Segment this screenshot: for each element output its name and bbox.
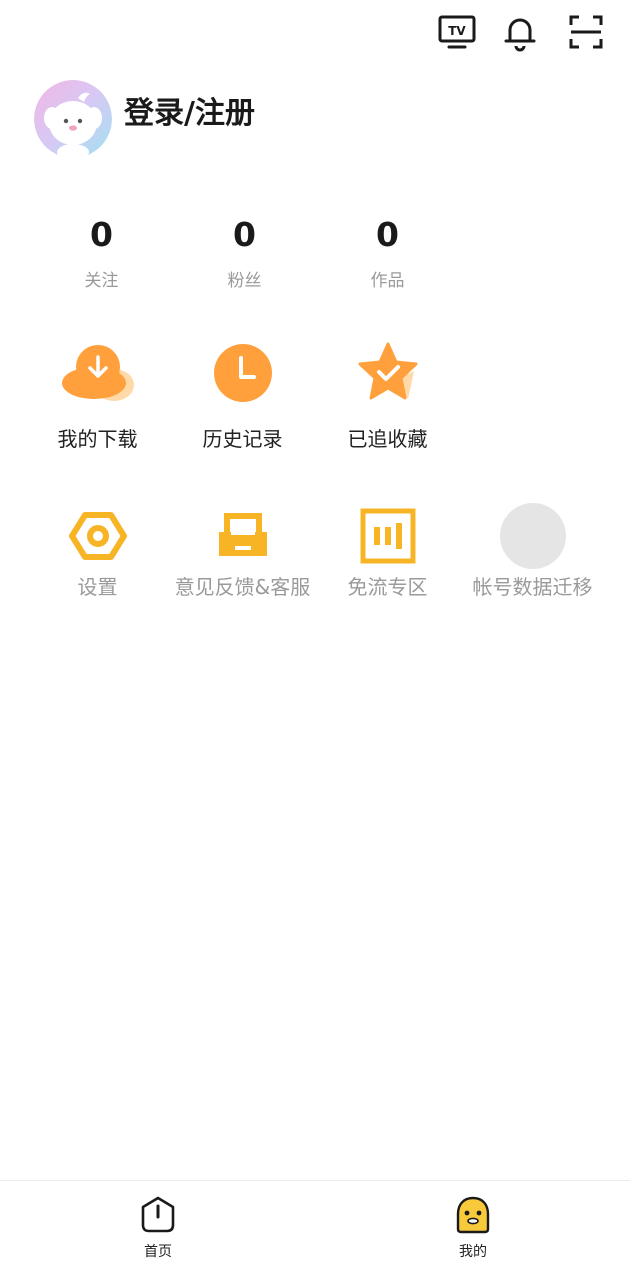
feature-row: 我的下载 历史记录 已追收藏 xyxy=(25,340,460,452)
stat-label: 关注 xyxy=(84,271,119,291)
cloud-download-icon xyxy=(61,345,134,401)
tools-row: 设置 意见反馈&客服 免流专区 帐号数据迁移 xyxy=(25,503,605,600)
tv-icon-text: TV xyxy=(448,24,466,38)
login-register-link[interactable]: 登录/注册 xyxy=(124,88,255,132)
free-data-zone-button[interactable]: 免流专区 xyxy=(315,503,460,600)
tool-label: 设置 xyxy=(77,575,118,599)
stat-followers[interactable]: 0 粉丝 xyxy=(173,214,316,291)
settings-button[interactable]: 设置 xyxy=(25,503,170,600)
stat-works[interactable]: 0 作品 xyxy=(316,214,459,291)
nav-label: 首页 xyxy=(144,1244,172,1260)
stat-following[interactable]: 0 关注 xyxy=(30,214,173,291)
scan-icon[interactable] xyxy=(566,12,606,52)
profile-header: 登录/注册 xyxy=(34,80,255,160)
avatar[interactable] xyxy=(34,80,112,158)
placeholder-circle-icon xyxy=(499,503,566,569)
tool-label: 帐号数据迁移 xyxy=(472,575,593,599)
star-check-icon xyxy=(358,342,417,400)
bars-box-icon xyxy=(360,508,415,564)
tv-icon[interactable]: TV xyxy=(437,12,477,52)
home-icon xyxy=(141,1196,175,1233)
stat-value: 0 xyxy=(233,215,256,254)
account-data-migration-button[interactable]: 帐号数据迁移 xyxy=(460,503,605,600)
nav-home[interactable]: 首页 xyxy=(118,1195,198,1261)
feature-label: 我的下载 xyxy=(57,427,138,451)
favorites-button[interactable]: 已追收藏 xyxy=(315,340,460,452)
tool-label: 意见反馈&客服 xyxy=(174,575,311,599)
feature-label: 已追收藏 xyxy=(347,427,428,451)
hexagon-gear-icon xyxy=(68,512,127,560)
stat-label: 粉丝 xyxy=(227,271,262,291)
nav-label: 我的 xyxy=(459,1244,487,1260)
nav-me[interactable]: 我的 xyxy=(433,1195,513,1261)
tool-label: 免流专区 xyxy=(347,575,428,599)
bell-icon[interactable] xyxy=(500,12,540,52)
stats-row: 0 关注 0 粉丝 0 作品 xyxy=(30,214,459,291)
inbox-feedback-icon xyxy=(218,513,267,556)
feedback-service-button[interactable]: 意见反馈&客服 xyxy=(170,503,315,600)
stat-value: 0 xyxy=(376,215,399,254)
feature-label: 历史记录 xyxy=(202,427,283,451)
top-bar: TV xyxy=(0,0,630,70)
clock-icon xyxy=(213,344,272,402)
bottom-nav: 首页 我的 xyxy=(0,1180,630,1280)
history-button[interactable]: 历史记录 xyxy=(170,340,315,452)
stat-value: 0 xyxy=(90,215,113,254)
stat-label: 作品 xyxy=(370,271,405,291)
my-downloads-button[interactable]: 我的下载 xyxy=(25,340,170,452)
mascot-icon xyxy=(456,1196,490,1234)
